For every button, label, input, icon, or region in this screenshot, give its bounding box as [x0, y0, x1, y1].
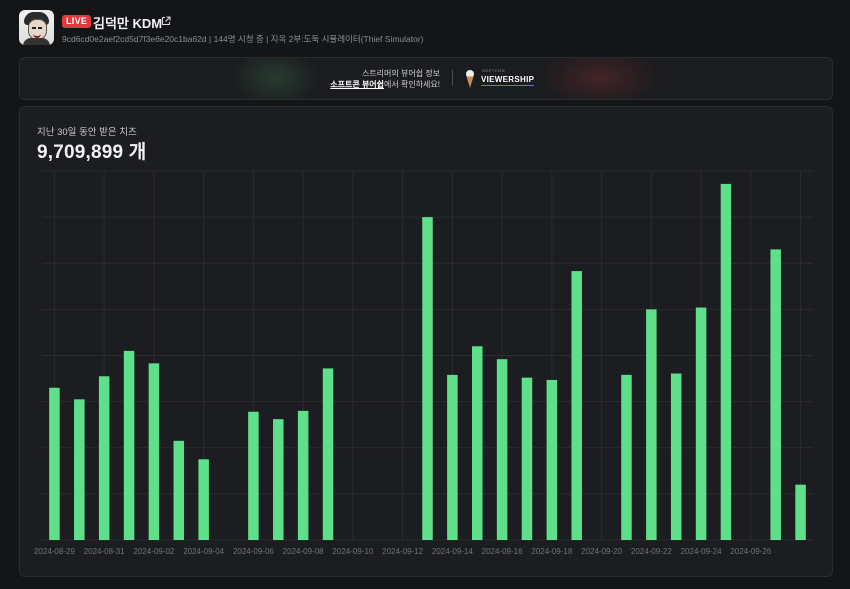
bar-2024-09-25[interactable]	[720, 183, 732, 540]
viewership-logo: VIEWERSHIP	[481, 75, 535, 86]
x-tick-label: 2024-08-31	[84, 547, 125, 556]
bar-2024-08-31[interactable]	[98, 376, 110, 540]
ice-cream-icon	[466, 70, 474, 88]
x-tick-label: 2024-09-16	[482, 547, 523, 556]
bar-2024-09-02[interactable]	[148, 363, 160, 540]
bar-2024-09-09[interactable]	[322, 368, 334, 540]
x-tick-label: 2024-09-18	[531, 547, 572, 556]
x-tick-label: 2024-09-26	[730, 547, 771, 556]
cheese-bar-chart: 2024-08-29 2024-08-31 2024-09-02 2024-09-04…	[34, 170, 813, 556]
bar-2024-09-22[interactable]	[646, 309, 657, 540]
viewership-banner[interactable]: 스트리머의 뷰어쉽 정보 소프트콘 뷰어쉽에서 확인하세요! SOFTCON V…	[19, 57, 833, 100]
bar-2024-09-04[interactable]	[198, 459, 209, 540]
banner-line1: 스트리머의 뷰어쉽 정보	[361, 69, 440, 78]
avatar[interactable]	[19, 10, 54, 45]
bar-2024-09-24[interactable]	[695, 307, 707, 540]
x-tick-label: 2024-09-08	[283, 547, 324, 556]
x-tick-label: 2024-09-14	[432, 547, 473, 556]
bar-2024-09-03[interactable]	[173, 440, 185, 540]
bar-2024-09-01[interactable]	[123, 350, 135, 540]
x-tick-label: 2024-09-02	[133, 547, 174, 556]
bar-2024-08-30[interactable]	[74, 399, 85, 540]
x-tick-label: 2024-09-24	[681, 547, 722, 556]
live-badge: LIVE	[62, 15, 92, 28]
bar-undefined[interactable]	[795, 484, 806, 540]
bar-2024-09-07[interactable]	[273, 419, 284, 540]
x-tick-label: 2024-09-10	[332, 547, 373, 556]
stream-meta: 9cd6cd0e2aef2cd5d7f3e6e20c1ba62d | 144명 …	[62, 34, 424, 44]
bar-2024-09-27[interactable]	[770, 249, 781, 540]
banner-link[interactable]: 소프트콘 뷰어쉽	[330, 80, 384, 89]
channel-name[interactable]: 김덕만 KDM	[93, 13, 162, 32]
x-tick-label: 2024-09-04	[183, 547, 224, 556]
x-tick-label: 2024-08-29	[34, 547, 75, 556]
channel-header: LIVE 김덕만 KDM 9cd6cd0e2aef2cd5d7f3e6e20c1…	[19, 10, 831, 50]
banner-divider	[452, 70, 453, 86]
bar-2024-09-15[interactable]	[471, 346, 483, 540]
bar-2024-09-14[interactable]	[447, 374, 458, 540]
x-tick-label: 2024-09-12	[382, 547, 423, 556]
bar-2024-09-18[interactable]	[546, 379, 558, 540]
banner-line2: 에서 확인하세요!	[384, 80, 440, 89]
bar-2024-09-06[interactable]	[248, 411, 259, 540]
banner-text: 스트리머의 뷰어쉽 정보 소프트콘 뷰어쉽에서 확인하세요!	[330, 68, 440, 90]
bar-2024-09-13[interactable]	[422, 217, 433, 540]
bar-2024-09-16[interactable]	[496, 359, 508, 540]
bar-2024-09-19[interactable]	[571, 271, 582, 540]
x-tick-label: 2024-09-06	[233, 547, 274, 556]
bar-2024-08-29[interactable]	[49, 387, 60, 540]
bar-2024-09-21[interactable]	[621, 374, 632, 540]
bar-2024-09-08[interactable]	[297, 410, 309, 540]
bar-2024-09-23[interactable]	[670, 373, 682, 540]
cheese-chart-card: 지난 30일 동안 받은 치즈 9,709,899 개 2024-08-29 20…	[19, 106, 833, 577]
x-tick-label: 2024-09-22	[631, 547, 672, 556]
bar-2024-09-17[interactable]	[521, 377, 533, 540]
external-link-icon[interactable]	[161, 16, 171, 26]
x-tick-label: 2024-09-20	[581, 547, 622, 556]
viewership-logo-small: SOFTCON	[482, 68, 506, 73]
